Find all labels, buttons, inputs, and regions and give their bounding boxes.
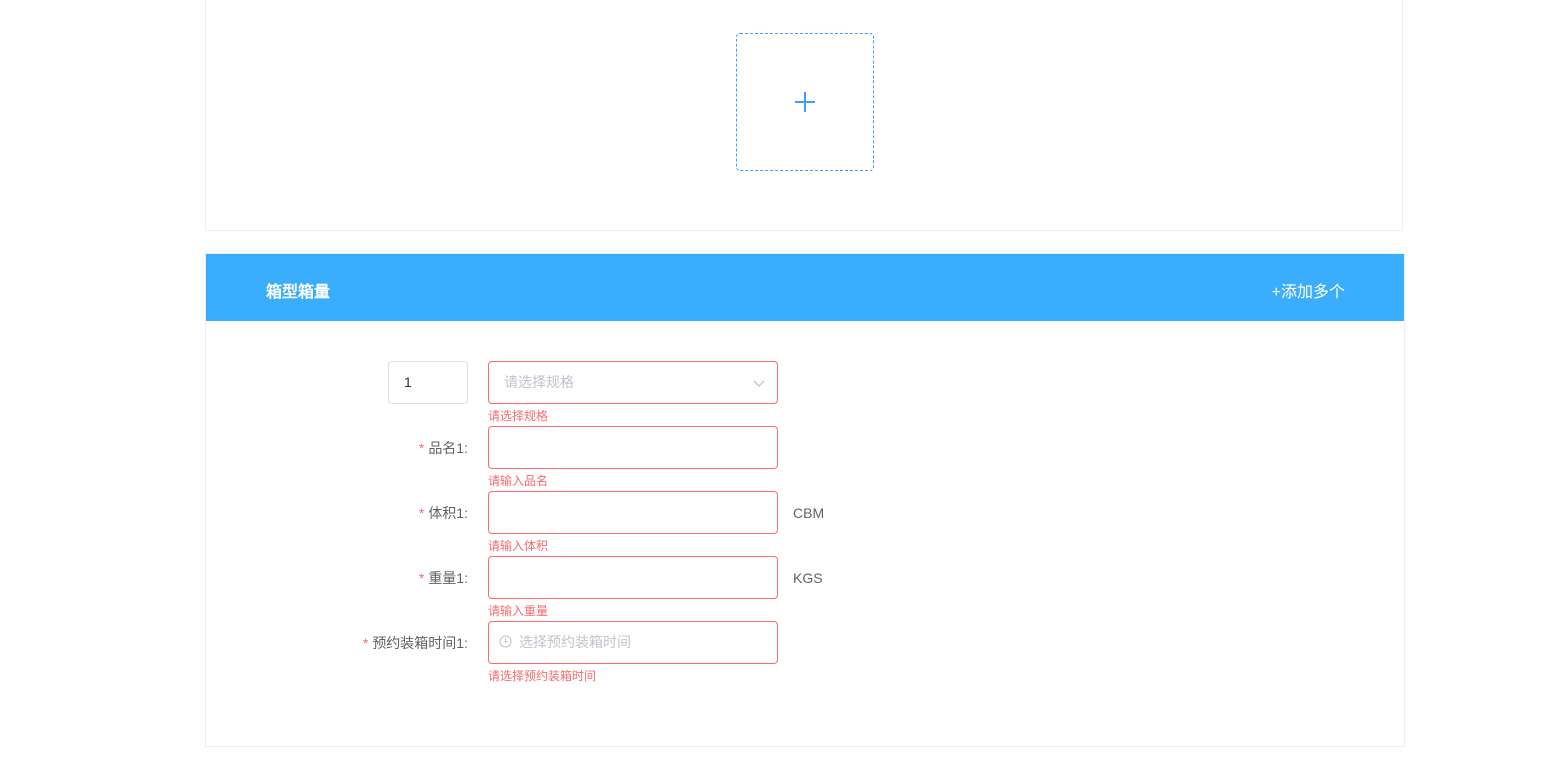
product-name-input[interactable] [488,426,778,469]
weight-label-text: 重量1: [428,570,468,586]
booking-time-label-text: 预约装箱时间1: [372,635,468,651]
booking-time-error: 请选择预约装箱时间 [488,669,597,683]
product-name-label: * 品名1: [419,438,468,458]
volume-label-text: 体积1: [428,505,468,521]
volume-unit: CBM [793,505,825,521]
image-upload-panel [205,0,1403,231]
product-name-error: 请输入品名 [488,474,549,488]
weight-label: * 重量1: [419,568,468,588]
plus-icon [795,92,815,112]
required-mark: * [362,635,369,651]
add-more-button[interactable]: +添加多个 [1272,278,1345,302]
upload-button[interactable] [736,33,874,171]
required-mark: * [418,440,425,456]
weight-unit: KGS [793,570,823,586]
required-mark: * [418,570,425,586]
box-index-input[interactable]: 1 [388,361,468,404]
weight-input[interactable] [488,556,778,599]
volume-input[interactable] [488,491,778,534]
booking-time-placeholder: 选择预约装箱时间 [519,634,631,650]
box-quantity-panel: 箱型箱量 +添加多个 1 请选择规格 请选择规格 * 品名1: 请输入品名 * 体积… [205,253,1405,747]
volume-error: 请输入体积 [488,539,549,553]
section-title: 箱型箱量 [266,284,331,301]
booking-time-picker[interactable]: 选择预约装箱时间 [488,621,778,664]
spec-select[interactable]: 请选择规格 [488,361,778,404]
spec-error: 请选择规格 [488,409,549,423]
weight-error: 请输入重量 [488,604,549,618]
chevron-down-icon [753,380,765,387]
required-mark: * [418,505,425,521]
product-name-label-text: 品名1: [428,440,468,456]
booking-time-label: * 预约装箱时间1: [363,633,468,653]
box-quantity-header: 箱型箱量 +添加多个 [206,254,1404,321]
volume-label: * 体积1: [419,503,468,523]
spec-select-placeholder: 请选择规格 [504,374,574,390]
clock-icon [499,635,512,648]
